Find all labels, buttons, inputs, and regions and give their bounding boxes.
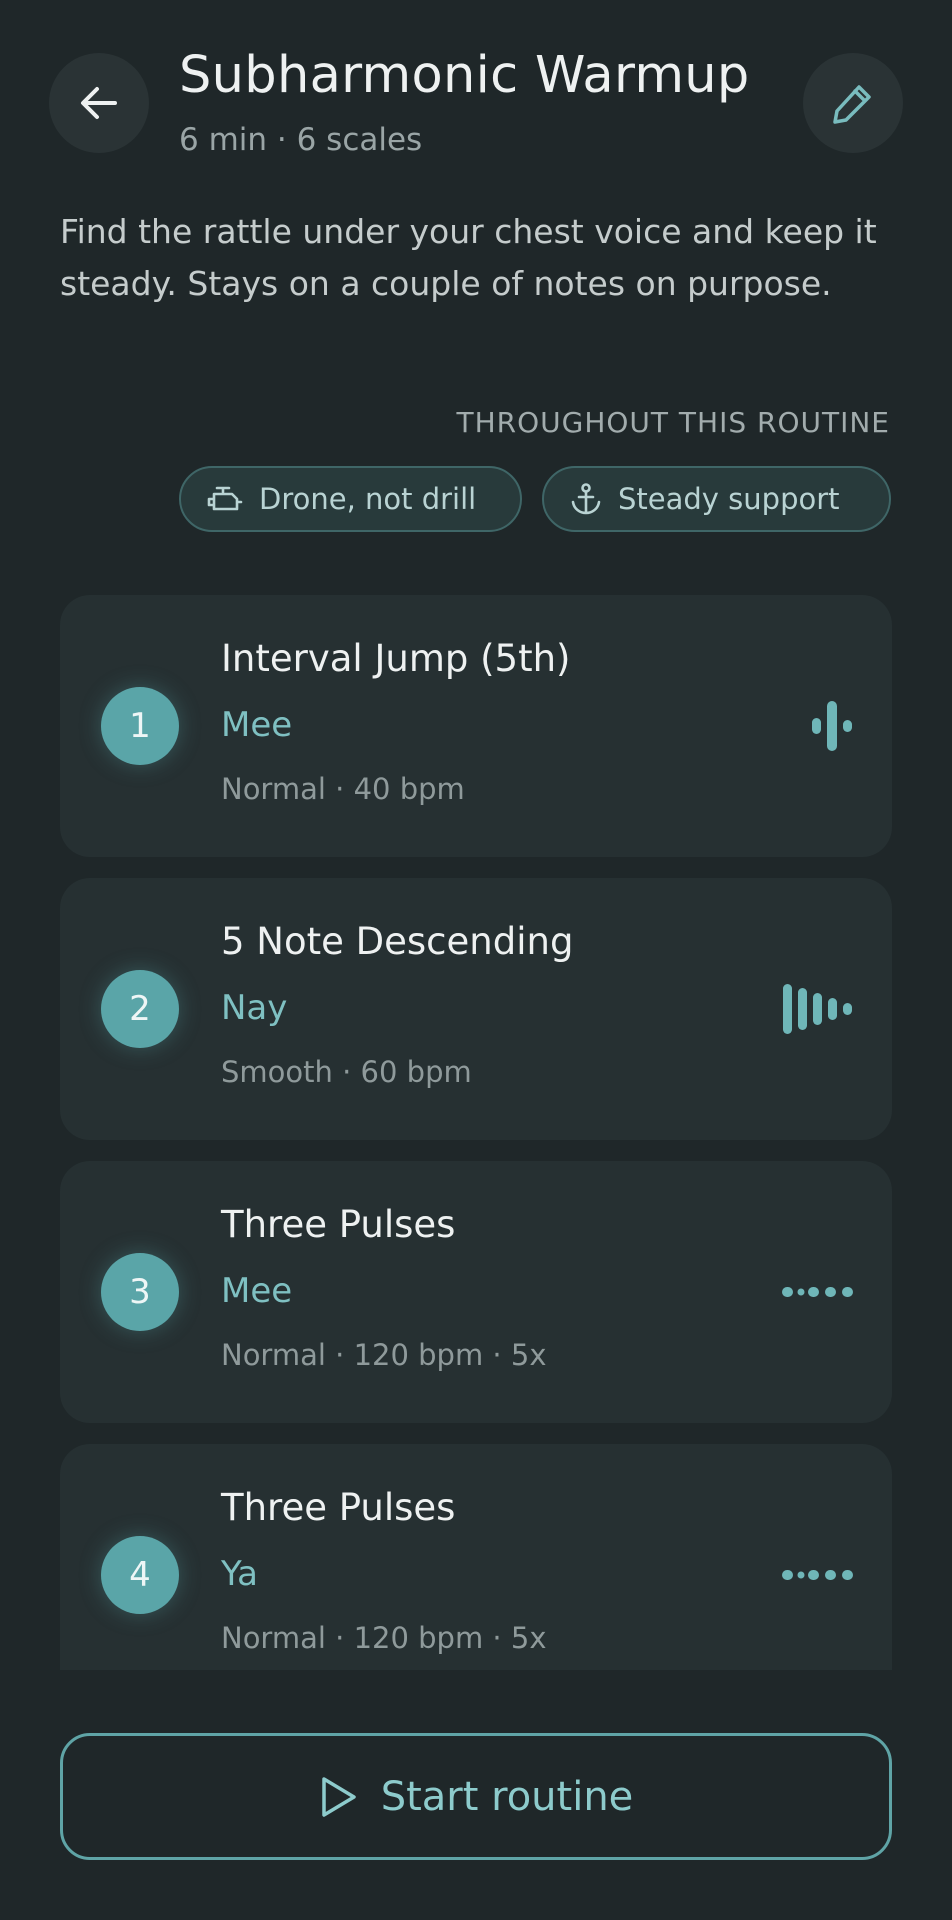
routine-description: Find the rattle under your chest voice a… <box>60 212 877 303</box>
exercise-syllable: Nay <box>221 988 288 1028</box>
exercise-card[interactable]: 2 5 Note Descending Nay Smooth · 60 bpm <box>60 878 892 1140</box>
engine-icon <box>207 486 243 511</box>
exercise-name: Interval Jump (5th) <box>221 637 571 680</box>
pencil-icon <box>833 85 871 124</box>
pulse-dots-icon <box>774 1542 854 1608</box>
exercise-card[interactable]: 1 Interval Jump (5th) Mee Normal · 40 bp… <box>60 595 892 857</box>
exercise-name: Three Pulses <box>221 1203 456 1246</box>
exercise-number: 3 <box>101 1253 179 1331</box>
arrow-left-icon <box>81 87 117 119</box>
exercise-name: 5 Note Descending <box>221 920 574 963</box>
page-subtitle: 6 min · 6 scales <box>179 122 423 158</box>
chip-drone-not-drill[interactable]: Drone, not drill <box>179 466 522 532</box>
exercise-syllable: Mee <box>221 1271 293 1311</box>
descending-bars-icon <box>774 976 854 1042</box>
exercise-meta: Normal · 120 bpm · 5x <box>221 1338 547 1372</box>
exercise-card[interactable]: 4 Three Pulses Ya Normal · 120 bpm · 5x <box>60 1444 892 1670</box>
exercise-syllable: Ya <box>221 1554 258 1594</box>
exercise-syllable: Mee <box>221 705 293 745</box>
exercise-list[interactable]: 1 Interval Jump (5th) Mee Normal · 40 bp… <box>60 595 892 1670</box>
anchor-icon <box>571 483 601 515</box>
edit-button[interactable] <box>803 53 903 153</box>
exercise-number: 4 <box>101 1536 179 1614</box>
exercise-meta: Smooth · 60 bpm <box>221 1055 472 1089</box>
exercise-card[interactable]: 3 Three Pulses Mee Normal · 120 bpm · 5x <box>60 1161 892 1423</box>
interval-wave-icon <box>774 693 854 759</box>
start-routine-label: Start routine <box>380 1773 634 1820</box>
exercise-meta: Normal · 120 bpm · 5x <box>221 1621 547 1655</box>
play-icon <box>321 1776 356 1817</box>
exercise-meta: Normal · 40 bpm <box>221 772 465 806</box>
exercise-number: 1 <box>101 687 179 765</box>
throughout-label: THROUGHOUT THIS ROUTINE <box>456 406 890 439</box>
exercise-name: Three Pulses <box>221 1486 456 1529</box>
chip-steady-support[interactable]: Steady support <box>542 466 891 532</box>
pulse-dots-icon <box>774 1259 854 1325</box>
start-routine-button[interactable]: Start routine <box>60 1733 892 1860</box>
chip-label: Drone, not drill <box>259 482 477 516</box>
page-title: Subharmonic Warmup <box>179 46 750 105</box>
back-button[interactable] <box>49 53 149 153</box>
chip-label: Steady support <box>618 482 840 516</box>
exercise-number: 2 <box>101 970 179 1048</box>
